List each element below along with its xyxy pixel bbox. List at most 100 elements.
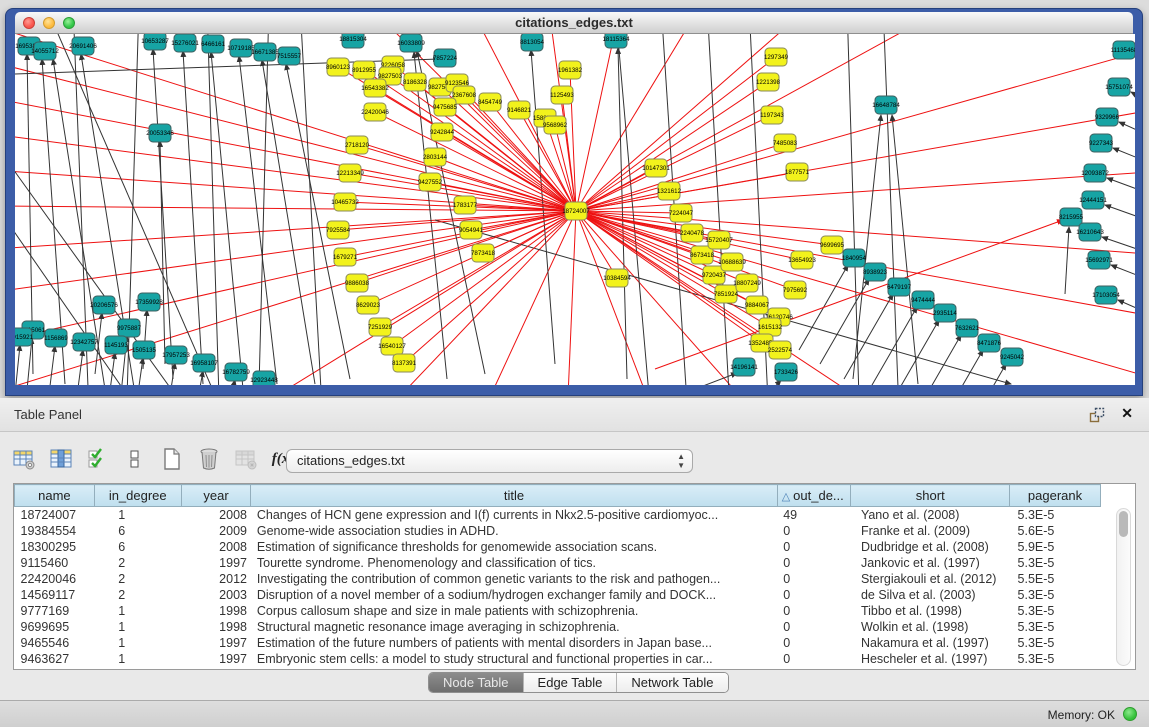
table-cell[interactable]: 2012 <box>181 571 251 587</box>
graph-node[interactable]: 1145193 <box>104 336 128 354</box>
table-cell[interactable]: 5.3E-5 <box>1010 603 1101 619</box>
table-cell[interactable]: 6 <box>94 539 181 555</box>
graph-node[interactable]: 3915921 <box>15 328 34 346</box>
citation-edge-black[interactable] <box>262 60 315 384</box>
table-cell[interactable]: 5.6E-5 <box>1010 523 1101 539</box>
citation-edge-black[interactable] <box>615 34 655 385</box>
table-cell[interactable]: 0 <box>777 523 851 539</box>
table-cell[interactable]: 5.3E-5 <box>1010 635 1101 651</box>
graph-node[interactable]: 10653287 <box>141 34 169 50</box>
table-row[interactable]: 969969511998Structural magnetic resonanc… <box>15 619 1101 635</box>
table-cell[interactable]: Disruption of a novel member of a sodium… <box>251 587 777 603</box>
table-chooser-select[interactable]: citations_edges.txt ▲▼ <box>286 449 693 473</box>
table-cell[interactable]: 0 <box>777 651 851 667</box>
table-cell[interactable]: 9465546 <box>15 635 95 651</box>
table-cell[interactable]: Tibbo et al. (1998) <box>851 603 1010 619</box>
graph-node[interactable]: 1321612 <box>657 182 682 200</box>
table-settings-icon[interactable] <box>10 445 38 473</box>
table-cell[interactable]: 5.3E-5 <box>1010 651 1101 667</box>
graph-node[interactable]: 17103054 <box>1092 286 1120 304</box>
table-cell[interactable]: 0 <box>777 587 851 603</box>
citation-edge-black[interactable] <box>1105 205 1135 230</box>
graph-node[interactable]: 10147301 <box>642 159 670 177</box>
table-cell[interactable]: Genome-wide association studies in ADHD. <box>251 523 777 539</box>
citation-edge-red[interactable] <box>15 154 576 211</box>
citation-edge-black[interactable] <box>137 358 143 385</box>
graph-node[interactable]: 9886038 <box>345 274 370 292</box>
graph-node[interactable]: 8960123 <box>326 58 351 76</box>
table-cell[interactable]: 1997 <box>181 651 251 667</box>
table-cell[interactable]: Corpus callosum shape and size in male p… <box>251 603 777 619</box>
graph-node[interactable]: 15720407 <box>705 231 733 249</box>
graph-node[interactable]: 7224047 <box>669 204 694 222</box>
table-cell[interactable]: 0 <box>777 603 851 619</box>
citation-edge-black[interactable] <box>183 51 203 384</box>
table-cell[interactable]: 1 <box>94 603 181 619</box>
table-row[interactable]: 1872400712008Changes of HCN gene express… <box>15 507 1101 523</box>
table-cell[interactable]: 5.9E-5 <box>1010 539 1101 555</box>
table-cell[interactable]: 1 <box>94 651 181 667</box>
table-cell[interactable]: Hescheler et al. (1997) <box>851 651 1010 667</box>
graph-node[interactable]: 2522574 <box>768 341 793 359</box>
table-cell[interactable]: 0 <box>777 635 851 651</box>
graph-node[interactable]: 12093872 <box>1081 164 1109 182</box>
select-all-icon[interactable] <box>84 445 112 473</box>
graph-node[interactable]: 6466161 <box>201 35 226 53</box>
table-cell[interactable]: Tourette syndrome. Phenomenology and cla… <box>251 555 777 571</box>
graph-node[interactable]: 7632621 <box>955 319 980 337</box>
citation-edge-black[interactable] <box>239 56 277 384</box>
table-cell[interactable]: 1 <box>94 507 181 523</box>
graph-node[interactable]: 8215955 <box>1059 208 1084 226</box>
citation-edge-black[interactable] <box>883 34 901 385</box>
graph-node[interactable]: 9227343 <box>1089 134 1114 152</box>
graph-node[interactable]: 1679271 <box>333 248 358 266</box>
graph-node[interactable]: 7851924 <box>714 285 739 303</box>
graph-node[interactable]: 2718120 <box>345 136 370 154</box>
graph-node[interactable]: 6479197 <box>887 278 912 296</box>
graph-node[interactable]: 7873418 <box>471 244 496 262</box>
graph-node[interactable]: 9884067 <box>745 296 770 314</box>
table-cell[interactable]: 1998 <box>181 619 251 635</box>
table-cell[interactable]: Franke et al. (2009) <box>851 523 1010 539</box>
graph-node[interactable]: 8454749 <box>478 93 503 111</box>
select-column-icon[interactable] <box>47 445 75 473</box>
column-header-short[interactable]: short <box>851 485 1010 507</box>
new-table-icon[interactable] <box>158 445 186 473</box>
citation-edge-black[interactable] <box>1107 178 1135 203</box>
citation-edge-black[interactable] <box>143 310 147 369</box>
graph-node[interactable]: 15276021 <box>171 34 199 52</box>
table-cell[interactable]: 1998 <box>181 603 251 619</box>
column-header-out_de[interactable]: △out_de... <box>777 485 851 507</box>
table-cell[interactable]: 18300295 <box>15 539 95 555</box>
citation-edge-black[interactable] <box>109 353 115 385</box>
table-cell[interactable]: 2 <box>94 571 181 587</box>
citation-edge-black[interactable] <box>15 345 20 385</box>
graph-node[interactable]: 16671385 <box>251 43 279 61</box>
tab-node-table[interactable]: Node Table <box>429 673 524 692</box>
graph-node[interactable]: 16540127 <box>378 337 406 355</box>
graph-node[interactable]: 9475685 <box>433 98 458 116</box>
citation-edge-black[interactable] <box>707 34 733 385</box>
graph-node[interactable]: 9427552 <box>418 173 443 191</box>
scrollbar-thumb[interactable] <box>1119 511 1128 537</box>
graph-node[interactable]: 8629023 <box>356 296 381 314</box>
graph-node[interactable]: 8938923 <box>863 263 888 281</box>
citation-edge-black[interactable] <box>257 34 269 385</box>
node-table[interactable]: namein_degreeyeartitle△out_de...shortpag… <box>13 483 1136 670</box>
graph-node[interactable]: 1125493 <box>550 86 574 104</box>
column-header-in_degree[interactable]: in_degree <box>94 485 181 507</box>
table-cell[interactable]: 5.5E-5 <box>1010 571 1101 587</box>
graph-node[interactable]: 12923448 <box>250 371 278 385</box>
citation-edge-black[interactable] <box>300 34 325 385</box>
graph-node[interactable]: 2935114 <box>933 304 957 322</box>
citation-edge-black[interactable] <box>912 335 961 385</box>
citation-edge-red[interactable] <box>555 211 576 385</box>
network-window-titlebar[interactable]: citations_edges.txt <box>15 12 1133 34</box>
graph-node[interactable]: 1615132 <box>758 318 783 336</box>
citation-edge-black[interactable] <box>844 294 893 379</box>
graph-node[interactable]: 2240478 <box>680 224 705 242</box>
graph-node[interactable]: 2803144 <box>423 148 448 166</box>
graph-node[interactable]: 9245042 <box>1000 348 1025 366</box>
delete-table-icon[interactable] <box>195 445 223 473</box>
table-cell[interactable]: Structural magnetic resonance image aver… <box>251 619 777 635</box>
